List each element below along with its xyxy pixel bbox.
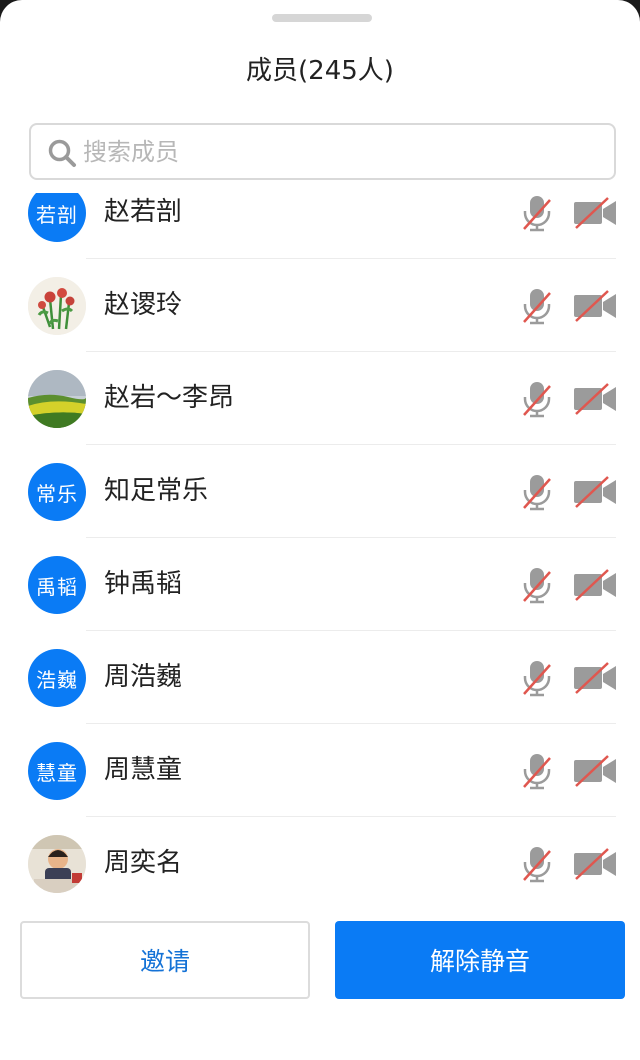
member-row[interactable]: 浩巍 周浩巍 bbox=[0, 631, 640, 724]
avatar-initials: 浩巍 bbox=[36, 667, 78, 692]
member-row[interactable]: 禹韬 钟禹韬 bbox=[0, 538, 640, 631]
member-name: 周慧童 bbox=[104, 755, 183, 785]
member-name: 赵谡玲 bbox=[104, 290, 183, 320]
avatar-photo bbox=[28, 277, 86, 335]
mic-muted-icon[interactable] bbox=[520, 566, 554, 604]
camera-off-icon[interactable] bbox=[572, 289, 618, 323]
search-box[interactable] bbox=[29, 123, 616, 180]
drag-handle[interactable] bbox=[272, 14, 372, 22]
member-row[interactable]: 常乐 知足常乐 bbox=[0, 445, 640, 538]
avatar bbox=[28, 370, 86, 428]
members-panel: 成员(245人) 若剖 赵若剖赵谡玲赵岩～李昂常乐 知足常乐禹韬 钟禹韬浩巍 周浩巍慧童… bbox=[0, 0, 640, 1060]
member-name: 周浩巍 bbox=[104, 662, 183, 692]
avatar bbox=[28, 277, 86, 335]
avatar-photo bbox=[28, 835, 86, 893]
search-input[interactable] bbox=[83, 135, 583, 169]
mic-muted-icon[interactable] bbox=[520, 845, 554, 883]
member-row[interactable]: 赵谡玲 bbox=[0, 259, 640, 352]
avatar-initials: 慧童 bbox=[36, 760, 78, 785]
avatar bbox=[28, 835, 86, 893]
search-icon bbox=[48, 139, 76, 167]
avatar-initials: 禹韬 bbox=[36, 574, 78, 599]
mic-muted-icon[interactable] bbox=[520, 752, 554, 790]
panel-title: 成员(245人) bbox=[246, 56, 394, 86]
member-name: 知足常乐 bbox=[104, 476, 209, 506]
camera-off-icon[interactable] bbox=[572, 754, 618, 788]
mic-muted-icon[interactable] bbox=[520, 380, 554, 418]
avatar: 慧童 bbox=[28, 742, 86, 800]
member-rows: 若剖 赵若剖赵谡玲赵岩～李昂常乐 知足常乐禹韬 钟禹韬浩巍 周浩巍慧童 周慧童周奕名 bbox=[0, 193, 640, 903]
camera-off-icon[interactable] bbox=[572, 475, 618, 509]
camera-off-icon[interactable] bbox=[572, 196, 618, 230]
avatar-initials: 常乐 bbox=[36, 481, 78, 506]
member-name: 赵若剖 bbox=[104, 197, 183, 227]
member-list[interactable]: 若剖 赵若剖赵谡玲赵岩～李昂常乐 知足常乐禹韬 钟禹韬浩巍 周浩巍慧童 周慧童周奕名 bbox=[0, 193, 640, 903]
member-name: 钟禹韬 bbox=[104, 569, 183, 599]
member-row[interactable]: 若剖 赵若剖 bbox=[0, 193, 640, 259]
member-name: 赵岩～李昂 bbox=[104, 383, 235, 413]
member-row[interactable]: 慧童 周慧童 bbox=[0, 724, 640, 817]
member-name: 周奕名 bbox=[104, 848, 183, 878]
camera-off-icon[interactable] bbox=[572, 568, 618, 602]
mic-muted-icon[interactable] bbox=[520, 659, 554, 697]
mic-muted-icon[interactable] bbox=[520, 287, 554, 325]
avatar: 常乐 bbox=[28, 463, 86, 521]
camera-off-icon[interactable] bbox=[572, 661, 618, 695]
invite-button[interactable]: 邀请 bbox=[20, 921, 310, 999]
avatar-photo bbox=[28, 370, 86, 428]
unmute-all-button[interactable]: 解除静音 bbox=[335, 921, 625, 999]
avatar: 禹韬 bbox=[28, 556, 86, 614]
avatar: 若剖 bbox=[28, 193, 86, 242]
camera-off-icon[interactable] bbox=[572, 382, 618, 416]
mic-muted-icon[interactable] bbox=[520, 194, 554, 232]
member-row[interactable]: 赵岩～李昂 bbox=[0, 352, 640, 445]
avatar: 浩巍 bbox=[28, 649, 86, 707]
member-row[interactable]: 周奕名 bbox=[0, 817, 640, 903]
mic-muted-icon[interactable] bbox=[520, 473, 554, 511]
camera-off-icon[interactable] bbox=[572, 847, 618, 881]
avatar-initials: 若剖 bbox=[36, 202, 78, 227]
